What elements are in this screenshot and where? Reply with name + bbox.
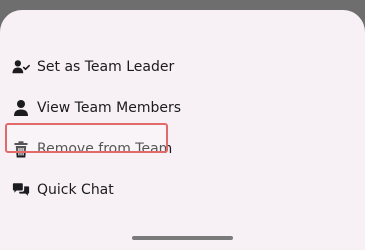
user-check-icon <box>12 58 30 76</box>
menu-item-label: View Team Members <box>37 100 182 116</box>
menu-item-view-team-members[interactable]: View Team Members <box>0 91 365 125</box>
menu-item-label: Quick Chat <box>37 182 114 198</box>
menu-item-set-team-leader[interactable]: Set as Team Leader <box>0 50 365 84</box>
home-indicator[interactable] <box>132 236 233 240</box>
chat-bubbles-icon <box>12 181 30 199</box>
menu-item-label: Set as Team Leader <box>37 59 175 75</box>
selection-highlight <box>5 123 168 153</box>
user-icon <box>12 99 30 117</box>
menu-item-quick-chat[interactable]: Quick Chat <box>0 173 365 207</box>
